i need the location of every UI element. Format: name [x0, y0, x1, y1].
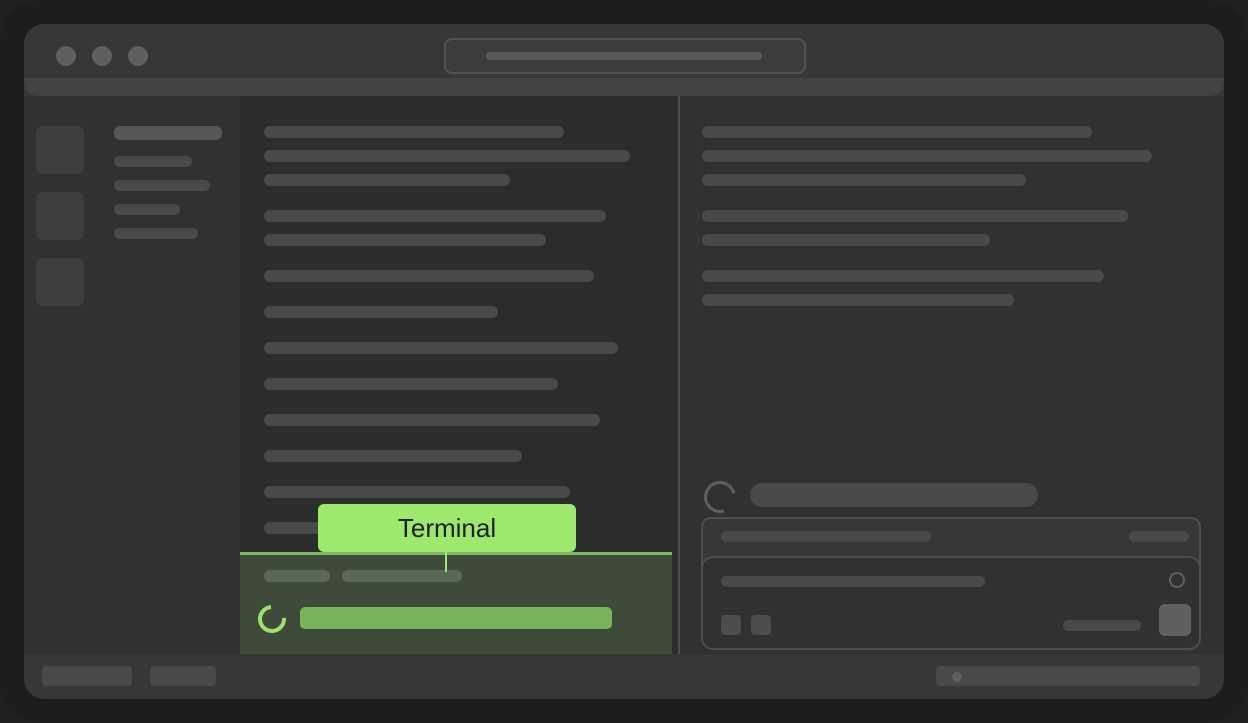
code-line — [264, 450, 522, 462]
code-line — [264, 486, 570, 498]
window-minimize-button[interactable] — [92, 46, 112, 66]
address-bar[interactable] — [444, 38, 806, 74]
code-line — [264, 150, 630, 162]
status-bar — [24, 654, 1224, 699]
context-card-meta — [1129, 531, 1189, 542]
chat-text-line — [702, 210, 1128, 222]
status-item[interactable] — [42, 666, 132, 686]
rail-button-3[interactable] — [36, 258, 84, 306]
send-button[interactable] — [1159, 604, 1191, 636]
chat-text-line — [702, 294, 1014, 306]
status-item[interactable] — [150, 666, 216, 686]
chat-text-line — [702, 174, 1026, 186]
terminal-tab[interactable] — [264, 570, 330, 582]
sidebar-item[interactable] — [114, 204, 180, 215]
code-line — [264, 270, 594, 282]
chat-text-line — [702, 150, 1152, 162]
sidebar-item[interactable] — [114, 156, 192, 167]
attach-icon[interactable] — [721, 615, 741, 635]
terminal-label-tooltip: Terminal — [318, 504, 576, 552]
rail-button-2[interactable] — [36, 192, 84, 240]
input-placeholder — [721, 576, 985, 587]
code-line — [264, 234, 546, 246]
code-line — [264, 342, 618, 354]
app-window: Terminal — [24, 24, 1224, 699]
file-sidebar — [96, 96, 240, 654]
option-radio-icon[interactable] — [1169, 572, 1185, 588]
chat-input-box[interactable] — [701, 556, 1201, 650]
activity-rail — [24, 96, 96, 654]
window-maximize-button[interactable] — [128, 46, 148, 66]
terminal-progress-bar — [300, 607, 612, 629]
terminal-tab[interactable] — [342, 570, 462, 582]
context-card-title — [721, 531, 931, 542]
loading-spinner-icon — [252, 599, 292, 639]
status-message — [750, 483, 1038, 507]
terminal-panel[interactable] — [240, 552, 672, 657]
chat-text-line — [702, 270, 1104, 282]
sidebar-item[interactable] — [114, 228, 198, 239]
code-line — [264, 378, 558, 390]
tooltip-pointer — [445, 552, 447, 572]
address-placeholder — [486, 52, 762, 60]
status-search[interactable] — [936, 666, 1200, 686]
code-line — [264, 414, 600, 426]
rail-button-1[interactable] — [36, 126, 84, 174]
code-line — [264, 210, 606, 222]
toolbar-strip — [24, 78, 1224, 96]
code-line — [264, 174, 510, 186]
sidebar-item[interactable] — [114, 180, 210, 191]
mention-icon[interactable] — [751, 615, 771, 635]
code-line — [264, 126, 564, 138]
window-close-button[interactable] — [56, 46, 76, 66]
code-line — [264, 306, 498, 318]
model-selector[interactable] — [1063, 620, 1141, 631]
code-line — [264, 522, 324, 534]
chat-text-line — [702, 126, 1092, 138]
title-bar — [24, 24, 1224, 96]
chat-text-line — [702, 234, 990, 246]
status-dot-icon — [952, 672, 962, 682]
sidebar-heading — [114, 126, 222, 140]
